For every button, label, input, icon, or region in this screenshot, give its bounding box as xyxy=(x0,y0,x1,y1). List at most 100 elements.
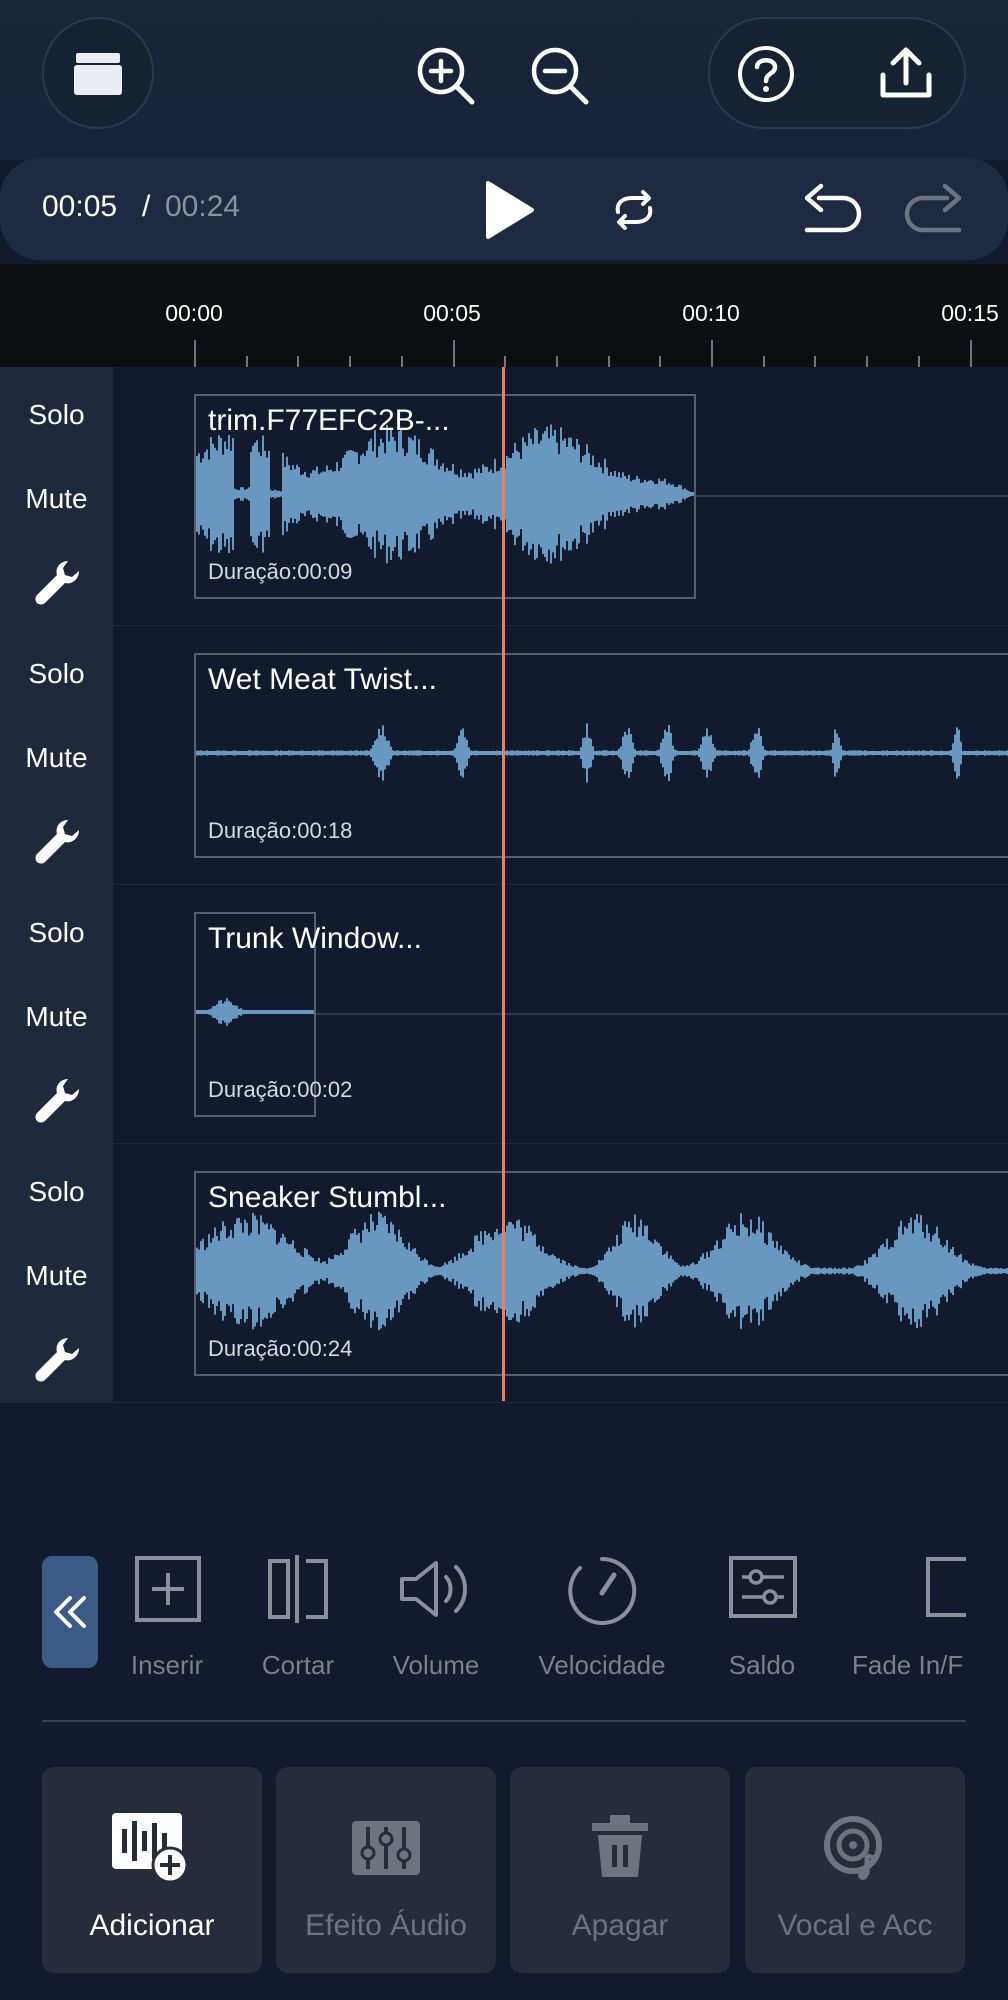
tool-label: Velocidade xyxy=(538,1650,666,1680)
track-controls: Solo Mute xyxy=(0,367,113,625)
ruler-label: 00:15 xyxy=(941,300,999,326)
zoom-in-button[interactable] xyxy=(408,38,484,114)
library-button[interactable] xyxy=(42,17,154,129)
redo-icon xyxy=(904,183,962,233)
tool-volume[interactable] xyxy=(398,1555,476,1628)
audio-clip[interactable]: Sneaker Stumbl... Duração:00:24 xyxy=(194,1171,1008,1376)
vocal-icon xyxy=(824,1816,882,1880)
mute-button[interactable]: Mute xyxy=(0,742,113,774)
vocal-button[interactable]: Vocal e Acc xyxy=(745,1767,965,1973)
ruler-minor-tick xyxy=(349,356,351,367)
track-controls: Solo Mute xyxy=(0,626,113,884)
clip-duration: Duração:00:18 xyxy=(208,818,353,843)
ruler-major-tick xyxy=(194,340,196,367)
insert-icon xyxy=(135,1556,201,1622)
vocal-label: Vocal e Acc xyxy=(777,1909,933,1942)
mute-button[interactable]: Mute xyxy=(0,483,113,515)
ruler-minor-tick xyxy=(297,356,299,367)
ruler-label: 00:10 xyxy=(682,300,740,326)
undo-button[interactable] xyxy=(796,178,866,238)
undo-icon xyxy=(804,183,862,233)
ruler-minor-tick xyxy=(504,356,506,367)
track-controls: Solo Mute xyxy=(0,885,113,1143)
cut-icon xyxy=(268,1555,328,1623)
wrench-icon[interactable] xyxy=(32,1334,82,1384)
tool-label: Fade In/F xyxy=(852,1650,964,1680)
ruler-minor-tick xyxy=(608,356,610,367)
tool-label: Cortar xyxy=(261,1650,335,1680)
ruler-minor-tick xyxy=(814,356,816,367)
delete-label: Apagar xyxy=(571,1909,669,1942)
help-button[interactable] xyxy=(730,38,802,110)
audio-effect-button[interactable]: Efeito Áudio xyxy=(276,1767,496,1973)
clip-duration: Duração:00:24 xyxy=(208,1336,353,1361)
zoom-in-icon xyxy=(417,47,475,105)
add-track-icon xyxy=(112,1813,189,1883)
clip-title: Sneaker Stumbl... xyxy=(208,1181,447,1214)
audio-effect-label: Efeito Áudio xyxy=(305,1909,467,1942)
ruler-minor-tick xyxy=(866,356,868,367)
double-chevron-left-icon xyxy=(54,1596,86,1628)
tool-label: Inserir xyxy=(130,1650,204,1680)
clip-duration: Duração:00:02 xyxy=(208,1077,353,1102)
tool-balance[interactable] xyxy=(728,1555,798,1624)
solo-button[interactable]: Solo xyxy=(0,1176,113,1208)
tool-speed[interactable] xyxy=(566,1555,638,1632)
collapse-tools-button[interactable] xyxy=(42,1556,98,1668)
redo-button[interactable] xyxy=(900,178,970,238)
ruler-minor-tick xyxy=(246,356,248,367)
play-icon xyxy=(486,181,534,239)
solo-button[interactable]: Solo xyxy=(0,917,113,949)
loop-icon xyxy=(615,190,653,230)
track-baseline xyxy=(314,1013,1008,1015)
audio-clip[interactable]: Trunk Window... Duração:00:02 xyxy=(194,912,422,1117)
folder-box-icon xyxy=(74,53,122,95)
ruler-major-tick xyxy=(970,340,972,367)
track-controls: Solo Mute xyxy=(0,1144,113,1402)
ruler-minor-tick xyxy=(401,356,403,367)
speed-icon xyxy=(568,1556,637,1625)
time-separator: / xyxy=(142,190,151,223)
clip-title: Wet Meat Twist... xyxy=(208,663,437,696)
clip-title: trim.F77EFC2B-... xyxy=(208,404,450,437)
add-label: Adicionar xyxy=(89,1909,215,1942)
ruler-minor-tick xyxy=(659,356,661,367)
wrench-icon[interactable] xyxy=(32,1075,82,1125)
audio-effect-icon xyxy=(352,1821,420,1875)
mute-button[interactable]: Mute xyxy=(0,1001,113,1033)
tool-insert[interactable] xyxy=(134,1555,202,1628)
add-button[interactable]: Adicionar xyxy=(42,1767,262,1973)
divider xyxy=(42,1720,966,1722)
trash-icon xyxy=(592,1815,648,1877)
tool-cut[interactable] xyxy=(266,1555,330,1628)
track-baseline xyxy=(694,495,1008,497)
help-icon xyxy=(738,46,794,102)
zoom-out-icon xyxy=(531,47,589,105)
tool-label: Volume xyxy=(392,1650,480,1680)
solo-button[interactable]: Solo xyxy=(0,399,113,431)
solo-button[interactable]: Solo xyxy=(0,658,113,690)
fade-icon xyxy=(926,1557,966,1617)
tool-fade[interactable] xyxy=(924,1555,966,1624)
export-button[interactable] xyxy=(870,38,942,110)
play-button[interactable] xyxy=(470,172,546,248)
ruler-label: 00:05 xyxy=(423,300,481,326)
audio-clip[interactable]: trim.F77EFC2B-... Duração:00:09 xyxy=(194,394,696,599)
clip-title: Trunk Window... xyxy=(208,922,422,955)
mute-button[interactable]: Mute xyxy=(0,1260,113,1292)
timeline-ruler[interactable] xyxy=(0,264,1008,367)
balance-icon xyxy=(729,1556,797,1618)
zoom-out-button[interactable] xyxy=(522,38,598,114)
volume-icon xyxy=(400,1561,467,1617)
loop-button[interactable] xyxy=(604,180,664,240)
ruler-minor-tick xyxy=(763,356,765,367)
waveform xyxy=(196,1211,1008,1331)
clip-duration: Duração:00:09 xyxy=(208,559,353,584)
wrench-icon[interactable] xyxy=(32,557,82,607)
waveform xyxy=(196,424,694,564)
wrench-icon[interactable] xyxy=(32,816,82,866)
audio-clip[interactable]: Wet Meat Twist... Duração:00:18 xyxy=(194,653,1008,858)
playhead[interactable] xyxy=(502,367,505,1401)
waveform xyxy=(196,998,314,1026)
delete-button[interactable]: Apagar xyxy=(510,1767,730,1973)
